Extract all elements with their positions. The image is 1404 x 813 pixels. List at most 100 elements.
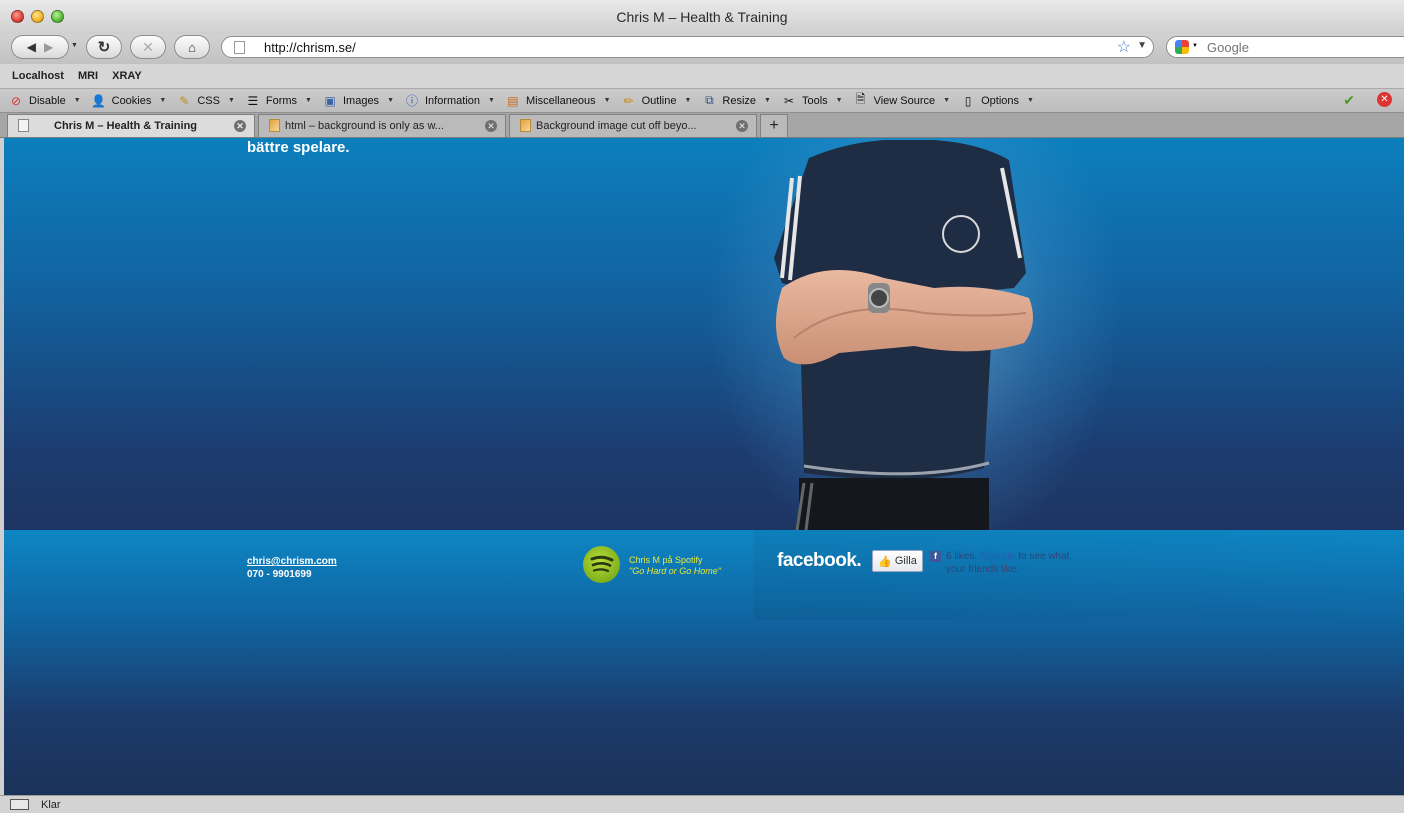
back-arrow-icon[interactable]: ◀: [27, 40, 36, 54]
bookmark-star-icon[interactable]: ☆: [1117, 37, 1131, 57]
webdev-outline-label: Outline: [641, 94, 677, 107]
spotify-icon[interactable]: [583, 546, 620, 583]
images-icon: ▣: [324, 93, 336, 108]
url-text[interactable]: http://chrism.se/: [264, 40, 356, 55]
webdev-information-label: Information: [425, 94, 481, 107]
webdev-images-menu[interactable]: ▣ Images ▼: [322, 94, 394, 108]
back-forward-buttons[interactable]: ◀ ▶: [11, 35, 69, 59]
tab-label: html – background is only as w...: [285, 120, 444, 132]
fb-likes-count: 6 likes.: [946, 551, 978, 562]
search-box[interactable]: ▼: [1166, 36, 1404, 58]
thumbs-up-icon: 👍: [878, 555, 892, 568]
webdev-outline-menu[interactable]: ✏ Outline ▼: [621, 94, 692, 108]
tab-html-background[interactable]: html – background is only as w... ✕: [258, 114, 506, 137]
view-source-icon: 🗎: [855, 92, 866, 106]
webdev-forms-label: Forms: [265, 94, 298, 107]
forward-arrow-icon[interactable]: ▶: [44, 40, 53, 54]
web-developer-toolbar: ⊘ Disable ▼ 👤 Cookies ▼ ✎ CSS ▼ ☰ Forms ▼ ▣ Image…: [0, 89, 1404, 113]
webdev-css-label: CSS: [197, 94, 220, 107]
search-input[interactable]: [1207, 39, 1357, 55]
home-button[interactable]: ⌂: [174, 35, 210, 59]
phone-number: 070 - 9901699: [247, 569, 312, 580]
status-text: Klar: [41, 798, 61, 811]
plus-icon: +: [769, 117, 779, 134]
webdev-disable-label: Disable: [29, 94, 66, 107]
webdev-resize-menu[interactable]: ⧉ Resize ▼: [701, 93, 771, 108]
tab-chrism[interactable]: Chris M – Health & Training ✕: [7, 114, 255, 137]
spotify-link[interactable]: Chris M på Spotify: [629, 555, 703, 565]
disable-icon: ⊘: [10, 93, 22, 108]
url-dropdown-icon[interactable]: ▼: [1137, 40, 1147, 51]
webdev-status-icons: ✔ ✕: [1343, 92, 1392, 109]
outline-icon: ✏: [623, 93, 634, 108]
status-bar: Klar: [0, 795, 1404, 813]
webdev-options-menu[interactable]: ▯ Options ▼: [960, 94, 1034, 108]
chevron-down-icon: ▼: [943, 97, 951, 104]
validation-check-icon[interactable]: ✔: [1343, 92, 1355, 109]
facebook-logo: facebook.: [777, 550, 862, 571]
search-engine-dropdown-icon[interactable]: ▼: [1192, 43, 1198, 49]
close-icon[interactable]: ✕: [736, 120, 748, 132]
trainer-photo: [774, 140, 1033, 530]
bookmarks-toolbar: Localhost MRI XRAY: [0, 64, 1404, 89]
bookmark-xray[interactable]: XRAY: [112, 70, 142, 82]
reload-button[interactable]: ↻: [86, 35, 122, 59]
facebook-like-text-line2: your friends like.: [946, 564, 1019, 575]
resize-icon: ⧉: [705, 93, 714, 107]
cookies-icon: 👤: [91, 93, 107, 108]
webdev-cookies-menu[interactable]: 👤 Cookies ▼: [91, 93, 166, 108]
window-title: Chris M – Health & Training: [616, 9, 788, 25]
reload-icon: ↻: [97, 39, 111, 56]
webdev-options-label: Options: [981, 94, 1020, 107]
webdev-information-menu[interactable]: ⓘ Information ▼: [404, 92, 495, 109]
error-icon[interactable]: ✕: [1377, 92, 1392, 107]
google-icon[interactable]: [1175, 40, 1189, 54]
bookmark-mri[interactable]: MRI: [78, 70, 98, 82]
stackoverflow-icon: [269, 119, 280, 132]
close-icon[interactable]: ✕: [234, 120, 246, 132]
stop-icon: ✕: [142, 38, 154, 55]
fb-signup-link[interactable]: Sign Up: [980, 551, 1016, 562]
webdev-css-menu[interactable]: ✎ CSS ▼: [176, 94, 235, 108]
tab-bar: Chris M – Health & Training ✕ html – bac…: [0, 113, 1404, 138]
webdev-miscellaneous-menu[interactable]: ▤ Miscellaneous ▼: [505, 93, 611, 108]
tab-background-image[interactable]: Background image cut off beyo... ✕: [509, 114, 757, 137]
spotify-motto[interactable]: "Go Hard or Go Home": [629, 566, 721, 576]
hero-section: bättre spelare.: [4, 138, 1404, 568]
tab-label: Background image cut off beyo...: [536, 120, 697, 132]
webdev-tools-menu[interactable]: ✂ Tools ▼: [781, 94, 843, 108]
css-icon: ✎: [179, 93, 190, 108]
chevron-down-icon: ▼: [603, 97, 611, 104]
tab-label: Chris M – Health & Training: [54, 120, 198, 132]
miscellaneous-icon: ▤: [507, 93, 519, 108]
navigation-toolbar: ◀ ▶ ▼ ↻ ✕ ⌂ http://chrism.se/ ☆ ▼ ▼: [0, 34, 1404, 64]
chevron-down-icon: ▼: [764, 97, 771, 104]
stop-button[interactable]: ✕: [130, 35, 166, 59]
facebook-like-text: 6 likes. Sign Up to see what: [946, 551, 1069, 562]
url-bar[interactable]: http://chrism.se/ ☆ ▼: [221, 36, 1154, 58]
new-tab-button[interactable]: +: [760, 114, 788, 137]
webdev-forms-menu[interactable]: ☰ Forms ▼: [245, 94, 312, 108]
chevron-down-icon: ▼: [387, 97, 394, 104]
email-link[interactable]: chris@chrism.com: [247, 556, 337, 567]
home-icon: ⌂: [188, 39, 196, 55]
stackoverflow-icon: [520, 119, 531, 132]
webdev-disable-menu[interactable]: ⊘ Disable ▼: [8, 94, 81, 108]
forms-icon: ☰: [247, 93, 259, 108]
page-content: bättre spelare. chris@chrism.com 070 - 9…: [4, 138, 1404, 795]
keyboard-icon: [10, 799, 29, 810]
webdev-cookies-label: Cookies: [111, 94, 152, 107]
footer-right-panel: [754, 530, 1404, 620]
history-dropdown-icon[interactable]: ▼: [71, 42, 78, 49]
facebook-like-button[interactable]: 👍 Gilla: [872, 550, 923, 572]
page-icon: [234, 41, 245, 54]
webdev-miscellaneous-label: Miscellaneous: [525, 94, 596, 107]
close-icon[interactable]: ✕: [485, 120, 497, 132]
chevron-down-icon: ▼: [1027, 97, 1034, 104]
bookmark-localhost[interactable]: Localhost: [12, 70, 64, 82]
webdev-view-source-menu[interactable]: 🗎 View Source ▼: [853, 90, 951, 111]
information-icon: ⓘ: [405, 94, 418, 108]
options-icon: ▯: [964, 93, 972, 108]
page-icon: [18, 119, 29, 132]
footer-section: chris@chrism.com 070 - 9901699 Chris M p…: [4, 530, 1404, 795]
